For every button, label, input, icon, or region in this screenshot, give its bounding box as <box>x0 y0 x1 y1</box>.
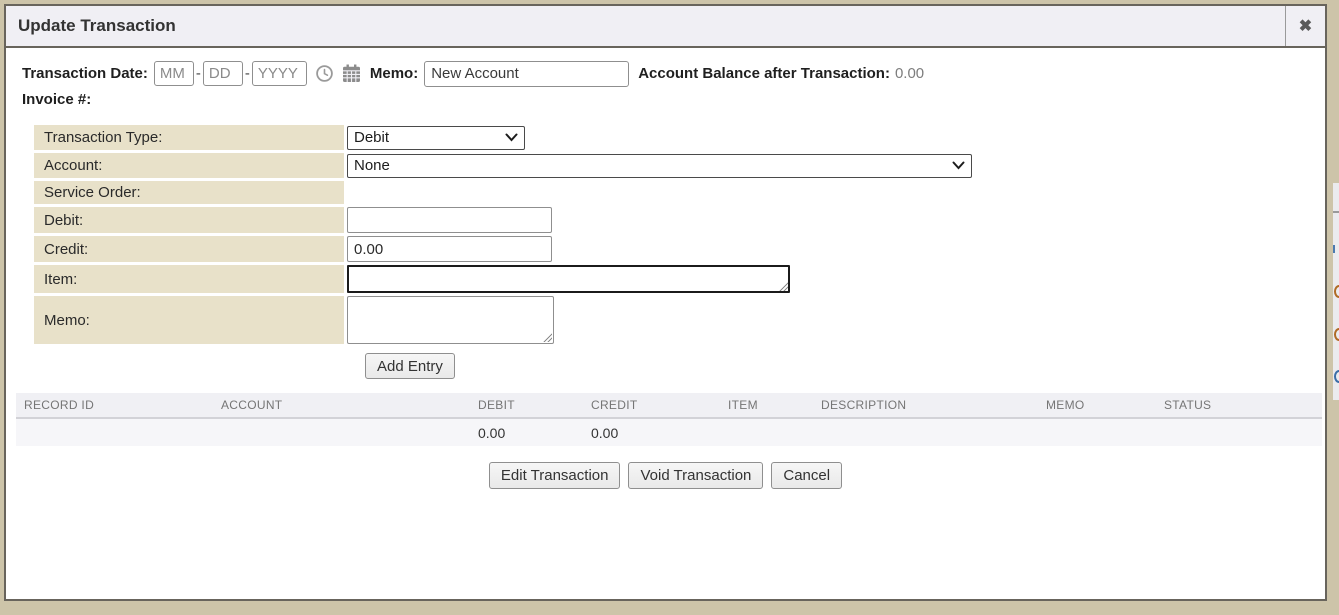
cell-credit: 0.00 <box>583 425 720 441</box>
entry-memo-textarea[interactable] <box>347 296 554 344</box>
transaction-type-row: Transaction Type: Debit <box>34 125 1315 150</box>
date-month-input[interactable] <box>154 61 194 86</box>
dialog-title: Update Transaction <box>6 16 176 36</box>
transaction-type-select[interactable]: Debit <box>347 126 525 150</box>
column-record-id: RECORD ID <box>16 398 213 412</box>
credit-input[interactable] <box>347 236 552 262</box>
dialog-body: Transaction Date: - - <box>6 48 1325 489</box>
item-label: Item: <box>34 265 344 293</box>
table-row: 0.00 0.00 <box>16 419 1322 446</box>
void-transaction-button[interactable]: Void Transaction <box>628 462 763 489</box>
clock-icon[interactable] <box>315 64 334 83</box>
account-label: Account: <box>34 153 344 178</box>
account-row: Account: None <box>34 153 1315 178</box>
background-fragment <box>1333 211 1339 213</box>
debit-row: Debit: <box>34 207 1315 233</box>
resize-grip-icon[interactable] <box>779 282 788 291</box>
service-order-row: Service Order: <box>34 181 1315 204</box>
background-page-sliver <box>1333 183 1339 400</box>
resize-grip-icon[interactable] <box>543 333 552 342</box>
invoice-row: Invoice #: <box>22 91 1315 109</box>
column-item: ITEM <box>720 398 813 412</box>
background-fragment <box>1333 245 1335 253</box>
edit-transaction-button[interactable]: Edit Transaction <box>489 462 621 489</box>
chevron-down-icon <box>952 157 965 174</box>
add-entry-button[interactable]: Add Entry <box>365 353 455 379</box>
dialog-footer: Edit Transaction Void Transaction Cancel <box>16 462 1315 489</box>
debit-input[interactable] <box>347 207 552 233</box>
date-year-input[interactable] <box>252 61 307 86</box>
update-transaction-dialog: Update Transaction ✖ Transaction Date: -… <box>4 4 1327 601</box>
item-row: Item: <box>34 265 1315 293</box>
date-day-input[interactable] <box>203 61 243 86</box>
debit-label: Debit: <box>34 207 344 233</box>
records-table: RECORD ID ACCOUNT DEBIT CREDIT ITEM DESC… <box>16 393 1322 446</box>
memo-label: Memo: <box>370 65 418 82</box>
date-separator: - <box>196 65 201 82</box>
account-select[interactable]: None <box>347 154 972 178</box>
column-credit: CREDIT <box>583 398 720 412</box>
entry-memo-label: Memo: <box>34 296 344 344</box>
column-account: ACCOUNT <box>213 398 470 412</box>
transaction-type-selected: Debit <box>354 129 389 146</box>
close-icon: ✖ <box>1299 16 1312 36</box>
dialog-header: Update Transaction ✖ <box>6 6 1325 48</box>
credit-label: Credit: <box>34 236 344 262</box>
entry-memo-row: Memo: <box>34 296 1315 344</box>
column-status: STATUS <box>1156 398 1322 412</box>
column-debit: DEBIT <box>470 398 583 412</box>
account-balance-value: 0.00 <box>895 65 924 82</box>
entry-form: Transaction Type: Debit Account: None <box>34 125 1315 379</box>
service-order-label: Service Order: <box>34 181 344 204</box>
column-memo: MEMO <box>1038 398 1156 412</box>
invoice-label: Invoice #: <box>22 91 91 108</box>
column-description: DESCRIPTION <box>813 398 1038 412</box>
transaction-date-row: Transaction Date: - - <box>22 60 1315 87</box>
cell-debit: 0.00 <box>470 425 583 441</box>
item-input[interactable] <box>347 265 790 293</box>
transaction-date-label: Transaction Date: <box>22 65 148 82</box>
transaction-memo-input[interactable] <box>424 61 629 87</box>
records-table-header: RECORD ID ACCOUNT DEBIT CREDIT ITEM DESC… <box>16 393 1322 419</box>
account-balance-label: Account Balance after Transaction: <box>638 65 890 82</box>
chevron-down-icon <box>505 129 518 146</box>
account-selected: None <box>354 157 390 174</box>
credit-row: Credit: <box>34 236 1315 262</box>
transaction-type-label: Transaction Type: <box>34 125 344 150</box>
background-fragment <box>1334 328 1339 341</box>
background-fragment <box>1334 370 1339 383</box>
background-fragment <box>1334 285 1339 298</box>
calendar-icon[interactable] <box>342 64 361 83</box>
cancel-button[interactable]: Cancel <box>771 462 842 489</box>
close-button[interactable]: ✖ <box>1285 6 1325 46</box>
date-separator: - <box>245 65 250 82</box>
